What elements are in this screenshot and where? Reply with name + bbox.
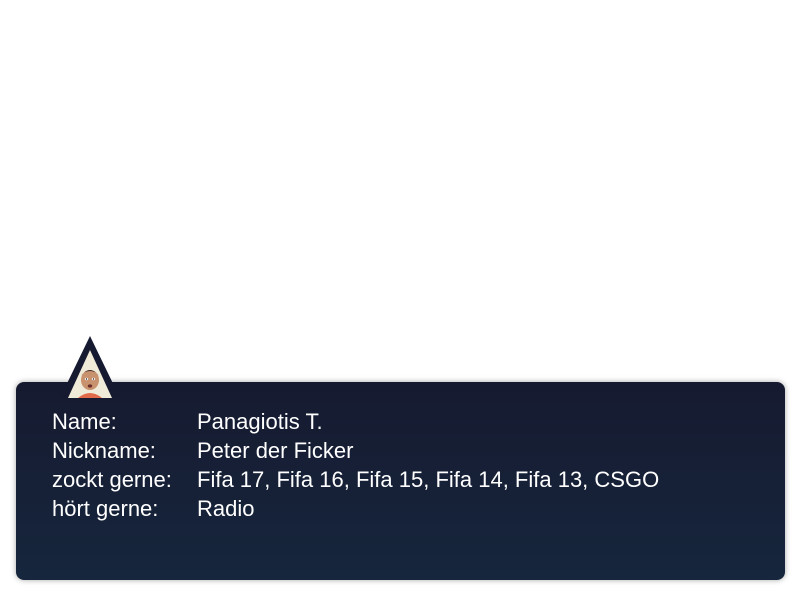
field-row-music: hört gerne: Radio bbox=[52, 494, 659, 523]
field-label: hört gerne: bbox=[52, 496, 159, 521]
user-portrait-icon bbox=[60, 336, 120, 398]
avatar bbox=[60, 336, 120, 400]
profile-info: Name: Panagiotis T. Nickname: Peter der … bbox=[52, 407, 659, 523]
field-row-nickname: Nickname: Peter der Ficker bbox=[52, 436, 659, 465]
field-label: zockt gerne: bbox=[52, 467, 172, 492]
field-row-name: Name: Panagiotis T. bbox=[52, 407, 659, 436]
field-label: Name: bbox=[52, 409, 117, 434]
field-row-games: zockt gerne: Fifa 17, Fifa 16, Fifa 15, … bbox=[52, 465, 659, 494]
field-value: Fifa 17, Fifa 16, Fifa 15, Fifa 14, Fifa… bbox=[197, 467, 660, 492]
profile-page: Name: Panagiotis T. Nickname: Peter der … bbox=[0, 0, 800, 600]
profile-card: Name: Panagiotis T. Nickname: Peter der … bbox=[16, 382, 785, 580]
field-value: Panagiotis T. bbox=[197, 409, 323, 434]
field-value: Radio bbox=[197, 496, 255, 521]
field-label: Nickname: bbox=[52, 438, 156, 463]
field-value: Peter der Ficker bbox=[197, 438, 354, 463]
